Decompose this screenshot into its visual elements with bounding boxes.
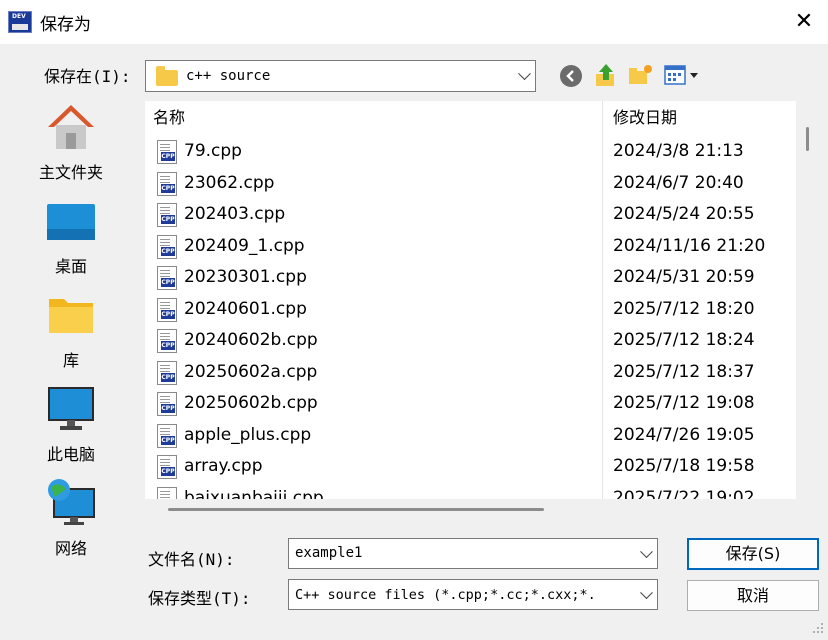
cpp-file-icon: CPP bbox=[157, 234, 177, 259]
filetype-dropdown[interactable]: C++ source files (*.cpp;*.cc;*.cxx;*. bbox=[288, 579, 658, 610]
place-computer[interactable]: 此电脑 bbox=[16, 381, 126, 469]
computer-icon bbox=[48, 387, 94, 430]
cpp-file-icon: CPP bbox=[157, 266, 177, 290]
file-name: 20250602b.cpp bbox=[184, 393, 318, 413]
save-in-dropdown[interactable]: c++ source bbox=[145, 60, 536, 92]
file-name: 79.cpp bbox=[184, 141, 242, 161]
chevron-down-icon bbox=[640, 585, 653, 599]
file-row[interactable]: CPP array.cpp 2025/7/18 19:58 bbox=[145, 452, 796, 483]
cpp-file-icon: CPP bbox=[157, 423, 177, 448]
network-icon bbox=[48, 479, 95, 525]
cancel-button[interactable]: 取消 bbox=[687, 580, 819, 611]
file-row[interactable]: CPP 20230301.cpp 2024/5/31 20:59 bbox=[145, 263, 796, 294]
file-row[interactable]: CPP apple_plus.cpp 2024/7/26 19:05 bbox=[145, 421, 796, 452]
file-name: 20240602b.cpp bbox=[184, 330, 318, 350]
cpp-file-icon: CPP bbox=[157, 171, 177, 196]
back-arrow-icon[interactable] bbox=[560, 65, 582, 87]
close-button[interactable]: ✕ bbox=[790, 8, 818, 36]
filename-input[interactable]: example1 bbox=[288, 538, 658, 569]
file-name: apple_plus.cpp bbox=[184, 424, 312, 445]
place-library[interactable]: 库 bbox=[16, 287, 126, 375]
file-date: 2024/5/31 20:59 bbox=[613, 267, 755, 287]
save-in-label: 保存在(I): bbox=[44, 67, 131, 86]
window-title: 保存为 bbox=[40, 15, 91, 35]
title-bar bbox=[0, 0, 828, 44]
app-icon: DEV bbox=[8, 11, 32, 33]
file-name: 202409_1.cpp bbox=[184, 235, 305, 256]
filetype-value: C++ source files (*.cpp;*.cc;*.cxx;*. bbox=[295, 587, 596, 603]
column-header-date[interactable]: 修改日期 bbox=[613, 101, 793, 135]
file-date: 2024/11/16 21:20 bbox=[613, 235, 766, 256]
home-icon bbox=[48, 105, 94, 149]
file-name: 202403.cpp bbox=[184, 204, 286, 224]
place-label: 主文件夹 bbox=[38, 163, 103, 182]
up-folder-icon[interactable] bbox=[594, 62, 618, 88]
file-date: 2025/7/12 18:20 bbox=[613, 298, 755, 319]
file-row[interactable]: CPP 20240602b.cpp 2025/7/12 18:24 bbox=[145, 326, 796, 357]
file-row[interactable]: CPP 20240601.cpp 2025/7/12 18:20 bbox=[145, 295, 796, 326]
folder-icon bbox=[156, 66, 178, 86]
view-menu-icon[interactable] bbox=[664, 65, 704, 87]
cpp-file-icon: CPP bbox=[157, 297, 177, 322]
scroll-thumb[interactable] bbox=[806, 127, 809, 151]
filetype-label: 保存类型(T): bbox=[148, 589, 251, 608]
file-row[interactable]: CPP 20250602a.cpp 2025/7/12 18:37 bbox=[145, 358, 796, 389]
cpp-file-icon: CPP bbox=[157, 486, 177, 499]
file-date: 2025/7/12 19:08 bbox=[613, 393, 755, 413]
file-name: 23062.cpp bbox=[184, 172, 275, 193]
file-date: 2024/3/8 21:13 bbox=[613, 141, 744, 161]
file-date: 2025/7/12 18:24 bbox=[613, 330, 755, 350]
new-folder-icon[interactable] bbox=[628, 63, 654, 87]
file-name: 20230301.cpp bbox=[184, 267, 307, 287]
file-name: array.cpp bbox=[184, 456, 263, 476]
file-date: 2024/7/26 19:05 bbox=[613, 424, 755, 445]
file-row[interactable]: CPP 20250602b.cpp 2025/7/12 19:08 bbox=[145, 389, 796, 420]
file-name: 20250602a.cpp bbox=[184, 361, 318, 382]
cpp-file-icon: CPP bbox=[157, 203, 177, 227]
place-label: 网络 bbox=[54, 539, 87, 558]
file-row[interactable]: CPP baixuanbaiji.cpp 2025/7/22 19:02 bbox=[145, 484, 796, 500]
file-name: baixuanbaiji.cpp bbox=[184, 487, 324, 500]
file-list[interactable]: 名称 ^ 修改日期 CPP 79.cpp 2024/3/8 21:13 CPP 2306… bbox=[145, 101, 796, 499]
cpp-file-icon: CPP bbox=[157, 360, 177, 385]
place-label: 库 bbox=[62, 351, 79, 370]
file-row[interactable]: CPP 23062.cpp 2024/6/7 20:40 bbox=[145, 169, 796, 200]
chevron-down-icon[interactable] bbox=[640, 544, 653, 558]
place-label: 此电脑 bbox=[46, 445, 95, 464]
library-icon bbox=[49, 299, 93, 333]
file-row[interactable]: CPP 79.cpp 2024/3/8 21:13 bbox=[145, 137, 796, 168]
save-in-value: c++ source bbox=[186, 68, 271, 84]
chevron-down-icon bbox=[518, 67, 531, 81]
cpp-file-icon: CPP bbox=[157, 392, 177, 416]
filename-value: example1 bbox=[295, 545, 363, 561]
vertical-scrollbar[interactable] bbox=[797, 101, 824, 499]
place-label: 桌面 bbox=[54, 257, 87, 276]
resize-grip-icon[interactable] bbox=[810, 620, 826, 636]
file-row[interactable]: CPP 202409_1.cpp 2024/11/16 21:20 bbox=[145, 232, 796, 263]
filename-label: 文件名(N): bbox=[148, 550, 235, 569]
horizontal-scroll-thumb[interactable] bbox=[168, 508, 544, 511]
save-button[interactable]: 保存(S) bbox=[687, 538, 819, 570]
file-row[interactable]: CPP 202403.cpp 2024/5/24 20:55 bbox=[145, 200, 796, 231]
file-date: 2025/7/12 18:37 bbox=[613, 361, 755, 382]
file-date: 2024/5/24 20:55 bbox=[613, 204, 755, 224]
sort-up-icon: ^ bbox=[367, 101, 379, 111]
places-bar: 主文件夹 桌面 库 此电脑 网络 bbox=[16, 95, 126, 640]
file-name: 20240601.cpp bbox=[184, 298, 307, 319]
place-desktop[interactable]: 桌面 bbox=[16, 193, 126, 281]
desktop-icon bbox=[47, 204, 95, 240]
file-date: 2024/6/7 20:40 bbox=[613, 172, 744, 193]
cpp-file-icon: CPP bbox=[157, 140, 177, 164]
file-date: 2025/7/18 19:58 bbox=[613, 456, 755, 476]
cpp-file-icon: CPP bbox=[157, 455, 177, 479]
place-home[interactable]: 主文件夹 bbox=[16, 99, 126, 187]
file-date: 2025/7/22 19:02 bbox=[613, 487, 755, 500]
place-network[interactable]: 网络 bbox=[16, 475, 126, 563]
cpp-file-icon: CPP bbox=[157, 329, 177, 353]
